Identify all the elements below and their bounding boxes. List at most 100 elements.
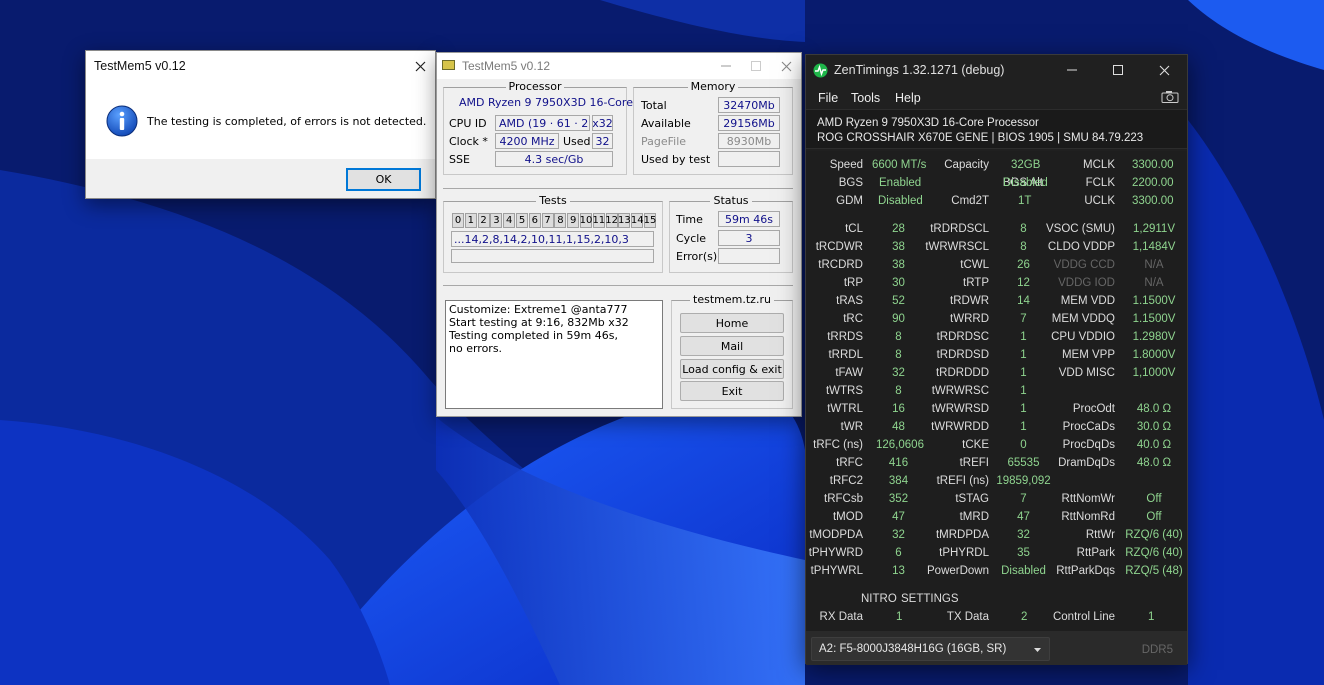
timing-value: 48.0 Ω	[1136, 457, 1172, 469]
timing-value: 1.1500V	[1132, 313, 1176, 325]
close-button[interactable]	[771, 53, 801, 79]
timing-label: RttNomRd	[1061, 511, 1115, 523]
footer-bar: A2: F5-8000J3848H16G (16GB, SR) DDR5	[806, 631, 1187, 665]
timing-label: tCWL	[960, 259, 989, 271]
test-cell: 11	[592, 213, 606, 228]
load-config-exit-button[interactable]: Load config & exit	[680, 359, 784, 379]
menu-file[interactable]: File	[818, 91, 838, 105]
timing-value: 7	[1020, 493, 1027, 505]
timing-label: tRRDS	[827, 331, 863, 343]
minimize-button[interactable]	[711, 53, 741, 79]
maximize-button[interactable]	[741, 53, 771, 79]
capacity-label: Capacity	[944, 159, 989, 171]
timing-value: N/A	[1144, 277, 1164, 289]
pagefile-label: PageFile	[641, 135, 687, 148]
cpu-vendor: AMD	[499, 116, 525, 130]
timing-label: RttPark	[1076, 547, 1115, 559]
timing-label: tWRRD	[950, 313, 989, 325]
timing-label: tPHYRDL	[939, 547, 989, 559]
mail-button[interactable]: Mail	[680, 336, 784, 356]
timing-value: Off	[1146, 493, 1162, 505]
timing-value: 30.0 Ω	[1136, 421, 1172, 433]
timing-label: tMRDPDA	[935, 529, 989, 541]
time-field: 59m 46s	[718, 211, 780, 227]
timing-label: tCKE	[962, 439, 989, 451]
control-line-label: Control Line	[1052, 611, 1115, 623]
timing-label: tWRWRSC	[931, 385, 989, 397]
fclk-label: FCLK	[1085, 177, 1115, 189]
timing-value: 52	[892, 295, 905, 307]
timing-label: tRRDL	[828, 349, 863, 361]
ok-button[interactable]: OK	[346, 168, 421, 191]
clock-label: Clock *	[449, 135, 488, 148]
minimize-icon	[1067, 69, 1077, 71]
log-output[interactable]: Customize: Extreme1 @anta777 Start testi…	[445, 300, 663, 409]
timing-value: 28	[892, 223, 905, 235]
minimize-button[interactable]	[1049, 55, 1095, 85]
used-by-test-field	[718, 151, 780, 167]
timing-value: 26	[1017, 259, 1030, 271]
test-cell: 5	[516, 213, 528, 228]
dialog-close-button[interactable]	[405, 51, 435, 81]
maximize-icon	[751, 61, 761, 71]
test-cell: 1	[464, 213, 477, 228]
timing-value: 35	[1017, 547, 1030, 559]
cmd2t-label: Cmd2T	[951, 195, 989, 207]
cpu-name: AMD Ryzen 9 7950X3D 16-Core Processor	[817, 117, 1039, 129]
timing-label: tRDRDDD	[935, 367, 989, 379]
close-button[interactable]	[1141, 55, 1187, 85]
tx-data-value: 2	[1021, 611, 1028, 623]
fclk-value: 2200.00	[1132, 177, 1174, 189]
timing-label: tRP	[843, 277, 863, 289]
menu-tools[interactable]: Tools	[851, 91, 880, 105]
timing-value: 384	[888, 475, 909, 487]
timing-value: 47	[1017, 511, 1030, 523]
timing-value: 1	[1020, 331, 1027, 343]
timing-label: tRCDWR	[815, 241, 863, 253]
timing-label: tREFI	[959, 457, 989, 469]
timing-value: 7	[1020, 313, 1027, 325]
cycle-field: 3	[718, 230, 780, 246]
timing-value: 1,1484V	[1132, 241, 1176, 253]
close-icon	[781, 61, 791, 71]
timing-label: tWR	[840, 421, 863, 433]
dialog-title: TestMem5 v0.12	[94, 59, 186, 73]
timing-value: 38	[892, 259, 905, 271]
log-line: Customize: Extreme1 @anta777	[449, 303, 628, 316]
uclk-value: 3300.00	[1132, 195, 1174, 207]
exit-button[interactable]: Exit	[680, 381, 784, 401]
timing-label: ProcOdt	[1072, 403, 1115, 415]
timing-label: MEM VPP	[1061, 349, 1115, 361]
timing-label: RttWr	[1085, 529, 1115, 541]
used-label: Used	[563, 135, 591, 148]
memory-module-select[interactable]: A2: F5-8000J3848H16G (16GB, SR)	[811, 637, 1050, 661]
menu-help[interactable]: Help	[895, 91, 921, 105]
timing-value: 14	[1017, 295, 1030, 307]
timing-value: 1	[1020, 349, 1027, 361]
used-field: 32	[592, 133, 613, 149]
test-cell: 14	[630, 213, 644, 228]
timing-label: tRDRDSC	[936, 331, 989, 343]
timing-value: 416	[888, 457, 909, 469]
timing-label: ProcDqDs	[1062, 439, 1115, 451]
info-icon	[106, 105, 138, 137]
camera-icon[interactable]	[1161, 90, 1179, 103]
timing-value: 1.1500V	[1132, 295, 1176, 307]
timing-value: 8	[895, 331, 902, 343]
tx-data-label: TX Data	[946, 611, 989, 623]
mclk-label: MCLK	[1083, 159, 1115, 171]
speed-value: 6600 MT/s	[872, 159, 927, 171]
home-button[interactable]: Home	[680, 313, 784, 333]
timing-label: DramDqDs	[1058, 457, 1115, 469]
cpu-id-label: CPU ID	[449, 117, 487, 130]
timing-value: RZQ/6 (40)	[1125, 547, 1183, 559]
gdm-label: GDM	[836, 195, 863, 207]
timing-value: 1,1000V	[1132, 367, 1176, 379]
dialog-message: The testing is completed, of errors is n…	[147, 115, 427, 128]
cpu-id-value: (19 · 61 · 2)	[528, 116, 590, 130]
capacity-value: 32GB	[1011, 159, 1041, 171]
maximize-button[interactable]	[1095, 55, 1141, 85]
timing-label: tRDWR	[950, 295, 989, 307]
timing-label: tRFC (ns)	[813, 439, 863, 451]
timing-value: 13	[892, 565, 905, 577]
